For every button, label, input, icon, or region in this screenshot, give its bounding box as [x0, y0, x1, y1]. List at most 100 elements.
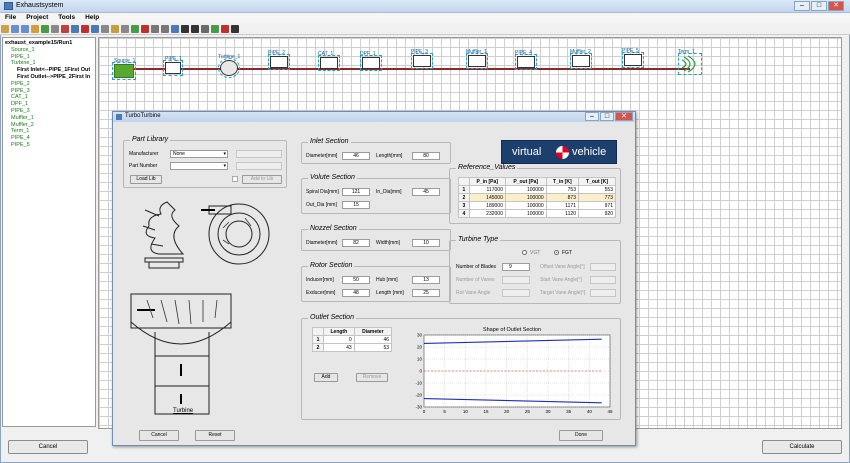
hub-field[interactable]: 13 [412, 276, 440, 284]
tree-item[interactable]: PIPE_2 [5, 81, 93, 88]
add-button[interactable]: Add [314, 373, 338, 382]
add-node-icon[interactable] [211, 25, 219, 33]
run-icon[interactable] [41, 25, 49, 33]
pointer-icon[interactable] [231, 25, 239, 33]
maximize-icon[interactable]: □ [811, 1, 827, 11]
check-icon[interactable] [131, 25, 139, 33]
rotor-length-field[interactable]: 25 [412, 289, 440, 297]
align-right-icon[interactable] [191, 25, 199, 33]
zoom-out-icon[interactable] [161, 25, 169, 33]
out-dia-field[interactable]: 15 [342, 201, 370, 209]
remove-button[interactable]: Remove [356, 373, 388, 382]
table-row[interactable]: 2 145000 100000 873 773 [458, 193, 616, 202]
table-cell[interactable]: 117000 [468, 185, 506, 194]
zoom-in-icon[interactable] [151, 25, 159, 33]
delete-icon[interactable] [61, 25, 69, 33]
canvas-node-pipe-5[interactable] [622, 52, 644, 68]
tree-item[interactable]: First Outlet-->PIPE_2First In [5, 74, 93, 81]
link-icon[interactable] [121, 25, 129, 33]
table-row[interactable]: 1 117000 100000 753 553 [458, 185, 616, 194]
dialog-close-icon[interactable]: ✕ [615, 112, 633, 121]
add-to-lib-button[interactable]: Add to Lib [242, 175, 282, 184]
done-button[interactable]: Done [559, 430, 603, 441]
table-cell[interactable]: 43 [323, 343, 355, 352]
canvas-node-cat-1[interactable] [318, 55, 340, 71]
calculate-button[interactable]: Calculate [762, 440, 842, 454]
table-cell[interactable]: 1120 [545, 209, 580, 218]
tree-item[interactable]: DPF_1 [5, 101, 93, 108]
tree-item[interactable]: Turbine_1 [5, 60, 93, 67]
table-cell[interactable]: 920 [578, 209, 616, 218]
save-icon[interactable] [21, 25, 29, 33]
inlet-length-field[interactable]: 80 [412, 152, 440, 160]
tree-item[interactable]: PIPE_5 [5, 142, 93, 149]
reference-values-table[interactable]: P_in [Pa] P_out [Pa] T_in [K] T_out [K] 1 117… [458, 177, 616, 218]
canvas-node-pipe-2[interactable] [268, 54, 290, 70]
manufacturer-select[interactable]: None [170, 150, 228, 158]
open-icon[interactable] [11, 25, 19, 33]
copy-icon[interactable] [71, 25, 79, 33]
cut-icon[interactable] [101, 25, 109, 33]
table-cell[interactable]: 189000 [468, 201, 506, 210]
table-row[interactable]: 4 232000 100000 1120 920 [458, 209, 616, 218]
dialog-cancel-button[interactable]: Cancel [139, 430, 179, 441]
inducer-field[interactable]: 50 [342, 276, 370, 284]
minimize-icon[interactable]: – [794, 1, 810, 11]
part-number-select[interactable] [170, 162, 228, 170]
canvas-node-muffler-2[interactable] [570, 53, 592, 69]
align-left-icon[interactable] [181, 25, 189, 33]
table-cell[interactable]: 232000 [468, 209, 506, 218]
folder-icon[interactable] [31, 25, 39, 33]
table-cell[interactable]: 773 [578, 193, 616, 202]
canvas-node-dpf-1[interactable] [360, 55, 382, 71]
blades-field[interactable]: 9 [502, 263, 530, 271]
add-to-lib-checkbox[interactable] [232, 176, 238, 182]
canvas-node-turbine-1[interactable] [218, 58, 240, 78]
new-icon[interactable] [1, 25, 9, 33]
tree-item[interactable]: PIPE_3 [5, 88, 93, 95]
table-cell[interactable]: 1171 [545, 201, 580, 210]
table-cell[interactable]: 100000 [504, 209, 547, 218]
exducer-field[interactable]: 48 [342, 289, 370, 297]
nozzel-width-field[interactable]: 10 [412, 239, 440, 247]
settings-icon[interactable] [51, 25, 59, 33]
tree-item[interactable]: exhaust_example15/Run1 [5, 40, 93, 47]
menu-file[interactable]: File [0, 13, 21, 22]
vgt-radio[interactable] [522, 250, 527, 255]
close-icon[interactable]: ✕ [828, 1, 844, 11]
table-row[interactable]: 3 189000 100000 1171 971 [458, 201, 616, 210]
table-row[interactable]: 1 0 46 [312, 335, 393, 344]
table-cell[interactable]: 873 [545, 193, 580, 202]
canvas-node-pipe-1[interactable] [163, 60, 183, 76]
project-tree[interactable]: exhaust_example15/Run1 Source_1 PIPE_1 Turb… [2, 37, 96, 427]
table-cell[interactable]: 100000 [504, 185, 547, 194]
menu-help[interactable]: Help [80, 13, 104, 22]
in-dia-field[interactable]: 45 [412, 188, 440, 196]
table-cell[interactable]: 100000 [504, 193, 547, 202]
canvas-node-source-1[interactable] [112, 62, 136, 80]
tree-item[interactable]: CAT_1 [5, 94, 93, 101]
dialog-maximize-icon[interactable]: □ [600, 112, 614, 121]
tree-item[interactable]: Source_1 [5, 47, 93, 54]
tree-item[interactable]: First Inlet<--PIPE_1First Out [5, 67, 93, 74]
tree-item[interactable]: Muffler_2 [5, 122, 93, 129]
table-cell[interactable]: 100000 [504, 201, 547, 210]
paste-icon[interactable] [91, 25, 99, 33]
outlet-table[interactable]: Length Diameter 1 0 46 2 43 53 [312, 327, 393, 352]
table-cell[interactable]: 971 [578, 201, 616, 210]
inlet-diameter-field[interactable]: 46 [342, 152, 370, 160]
main-cancel-button[interactable]: Cancel [8, 440, 88, 454]
table-cell[interactable]: 553 [578, 185, 616, 194]
fit-icon[interactable] [171, 25, 179, 33]
reset-button[interactable]: Reset [195, 430, 235, 441]
edit-icon[interactable] [111, 25, 119, 33]
nozzel-diameter-field[interactable]: 82 [342, 239, 370, 247]
remove-icon[interactable] [141, 25, 149, 33]
tree-item[interactable]: Muffler_1 [5, 115, 93, 122]
table-cell[interactable]: 145000 [468, 193, 506, 202]
grid-icon[interactable] [201, 25, 209, 33]
table-cell[interactable]: 53 [353, 343, 393, 352]
table-cell[interactable]: 46 [353, 335, 393, 344]
tree-item[interactable]: PIPE_1 [5, 54, 93, 61]
dialog-minimize-icon[interactable]: – [585, 112, 599, 121]
